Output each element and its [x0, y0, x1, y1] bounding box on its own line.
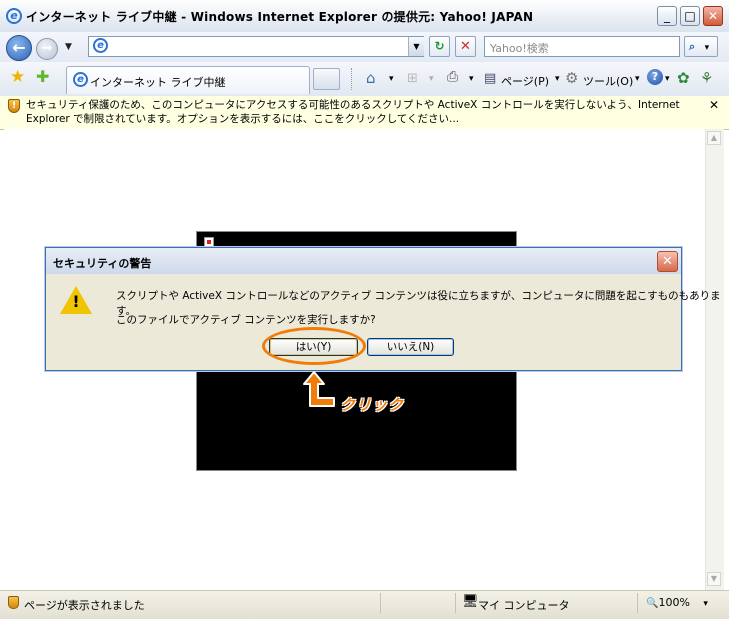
refresh-button[interactable]: ↻ [429, 36, 450, 57]
window-title: インターネット ライブ中継 - Windows Internet Explore… [26, 10, 534, 24]
page-dropdown-icon[interactable]: ▾ [555, 74, 560, 84]
print-icon[interactable]: ⎙ [447, 69, 458, 85]
dialog-title: セキュリティの警告 [53, 257, 152, 270]
status-separator [455, 593, 456, 613]
home-icon[interactable]: ⌂ [366, 69, 376, 87]
add-favorite-icon[interactable]: ✚ [36, 67, 49, 86]
annotation-label: クリック [340, 396, 405, 414]
page-menu-icon: ▤ [484, 71, 497, 86]
tab-label: インターネット ライブ中継 [90, 76, 226, 89]
zoom-dropdown-icon[interactable]: ▾ [703, 599, 708, 609]
bluetooth-icon[interactable]: ⚘ [700, 69, 713, 87]
back-button[interactable]: ← [6, 35, 32, 61]
warning-mark: ! [72, 292, 80, 311]
tab-page-icon: e [73, 72, 88, 87]
tools-dropdown-icon[interactable]: ▾ [635, 74, 640, 84]
toolbar-separator [351, 68, 353, 90]
address-field[interactable]: e [88, 36, 424, 57]
no-button[interactable]: いいえ(N) [367, 338, 454, 356]
search-icon: ⌕ [689, 40, 696, 53]
gear-icon: ⚙ [565, 69, 579, 87]
dialog-question: このファイルでアクティブ コンテンツを実行しますか? [116, 314, 376, 326]
minimize-button[interactable]: _ [657, 6, 677, 26]
highlight-ring [262, 327, 366, 365]
info-bar-close-button[interactable]: ✕ [709, 98, 719, 112]
new-tab-button[interactable] [313, 68, 340, 90]
tools-menu[interactable]: ツール(O) [583, 73, 633, 89]
shield-icon: ! [8, 99, 20, 113]
research-icon[interactable]: ✿ [677, 69, 690, 87]
zoom-icon: 🔍 [646, 598, 659, 609]
close-window-button[interactable]: ✕ [703, 6, 723, 26]
address-dropdown-button[interactable]: ▼ [408, 37, 424, 56]
info-bar-text[interactable]: セキュリティ保護のため、このコンピュータにアクセスする可能性のあるスクリプトや … [26, 98, 706, 126]
status-shield-icon [8, 596, 19, 609]
annotation-arrow-icon [303, 371, 335, 407]
print-dropdown-icon[interactable]: ▾ [469, 74, 474, 84]
help-icon[interactable]: ? [647, 69, 663, 85]
recent-pages-dropdown[interactable]: ▼ [65, 42, 72, 52]
zoom-value: 100% [658, 596, 690, 609]
zoom-level[interactable]: 🔍100% ▾ [646, 596, 708, 609]
status-text: ページが表示されました [24, 599, 145, 612]
computer-zone-icon: 🖥 [462, 594, 479, 609]
forward-button[interactable]: → [36, 38, 58, 60]
favorites-star-icon[interactable]: ★ [10, 67, 25, 87]
feeds-icon[interactable]: ⊞ [407, 71, 418, 86]
search-button[interactable]: ⌕ ▾ [684, 36, 718, 57]
broken-image-icon [204, 237, 214, 247]
status-separator [380, 593, 381, 613]
stop-button[interactable]: ✕ [455, 36, 476, 57]
home-dropdown-icon[interactable]: ▾ [389, 74, 394, 84]
ie-logo-icon: e [6, 8, 22, 24]
maximize-button[interactable]: □ [680, 6, 700, 26]
security-zone[interactable]: マイ コンピュータ [478, 597, 570, 613]
search-options-icon[interactable]: ▾ [705, 43, 710, 53]
vertical-scrollbar[interactable] [705, 129, 724, 590]
dialog-close-button[interactable]: ✕ [657, 251, 678, 272]
help-dropdown-icon[interactable]: ▾ [665, 74, 670, 84]
status-separator [637, 593, 638, 613]
scroll-up-button[interactable]: ▲ [707, 131, 721, 145]
scroll-down-button[interactable]: ▼ [707, 572, 721, 586]
feeds-dropdown-icon[interactable]: ▾ [429, 74, 434, 84]
page-icon: e [93, 38, 108, 53]
page-menu[interactable]: ページ(P) [501, 73, 549, 89]
search-input[interactable]: Yahoo!検索 [484, 36, 680, 57]
